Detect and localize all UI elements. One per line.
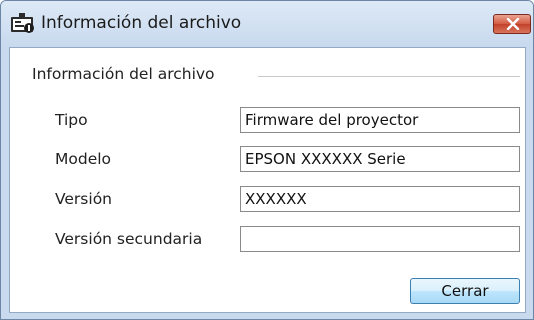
group-divider: [258, 76, 520, 77]
tipo-field[interactable]: Firmware del proyector: [240, 107, 520, 133]
modelo-field[interactable]: EPSON XXXXXX Serie: [240, 146, 520, 172]
cerrar-button[interactable]: Cerrar: [410, 278, 520, 304]
group-label: Información del archivo: [32, 65, 215, 83]
close-button[interactable]: [493, 14, 531, 34]
tipo-label: Tipo: [55, 111, 88, 129]
file-info-app-icon: [11, 13, 34, 33]
close-icon: [506, 18, 520, 30]
version-label: Versión: [55, 190, 112, 208]
title-bar[interactable]: Información del archivo: [1, 1, 533, 47]
version-field[interactable]: XXXXXX: [240, 186, 520, 212]
window-title: Información del archivo: [41, 13, 242, 33]
modelo-label: Modelo: [55, 150, 112, 168]
version-secundaria-label: Versión secundaria: [55, 230, 203, 248]
dialog-content: [9, 47, 526, 313]
version-secundaria-field[interactable]: [240, 226, 520, 252]
